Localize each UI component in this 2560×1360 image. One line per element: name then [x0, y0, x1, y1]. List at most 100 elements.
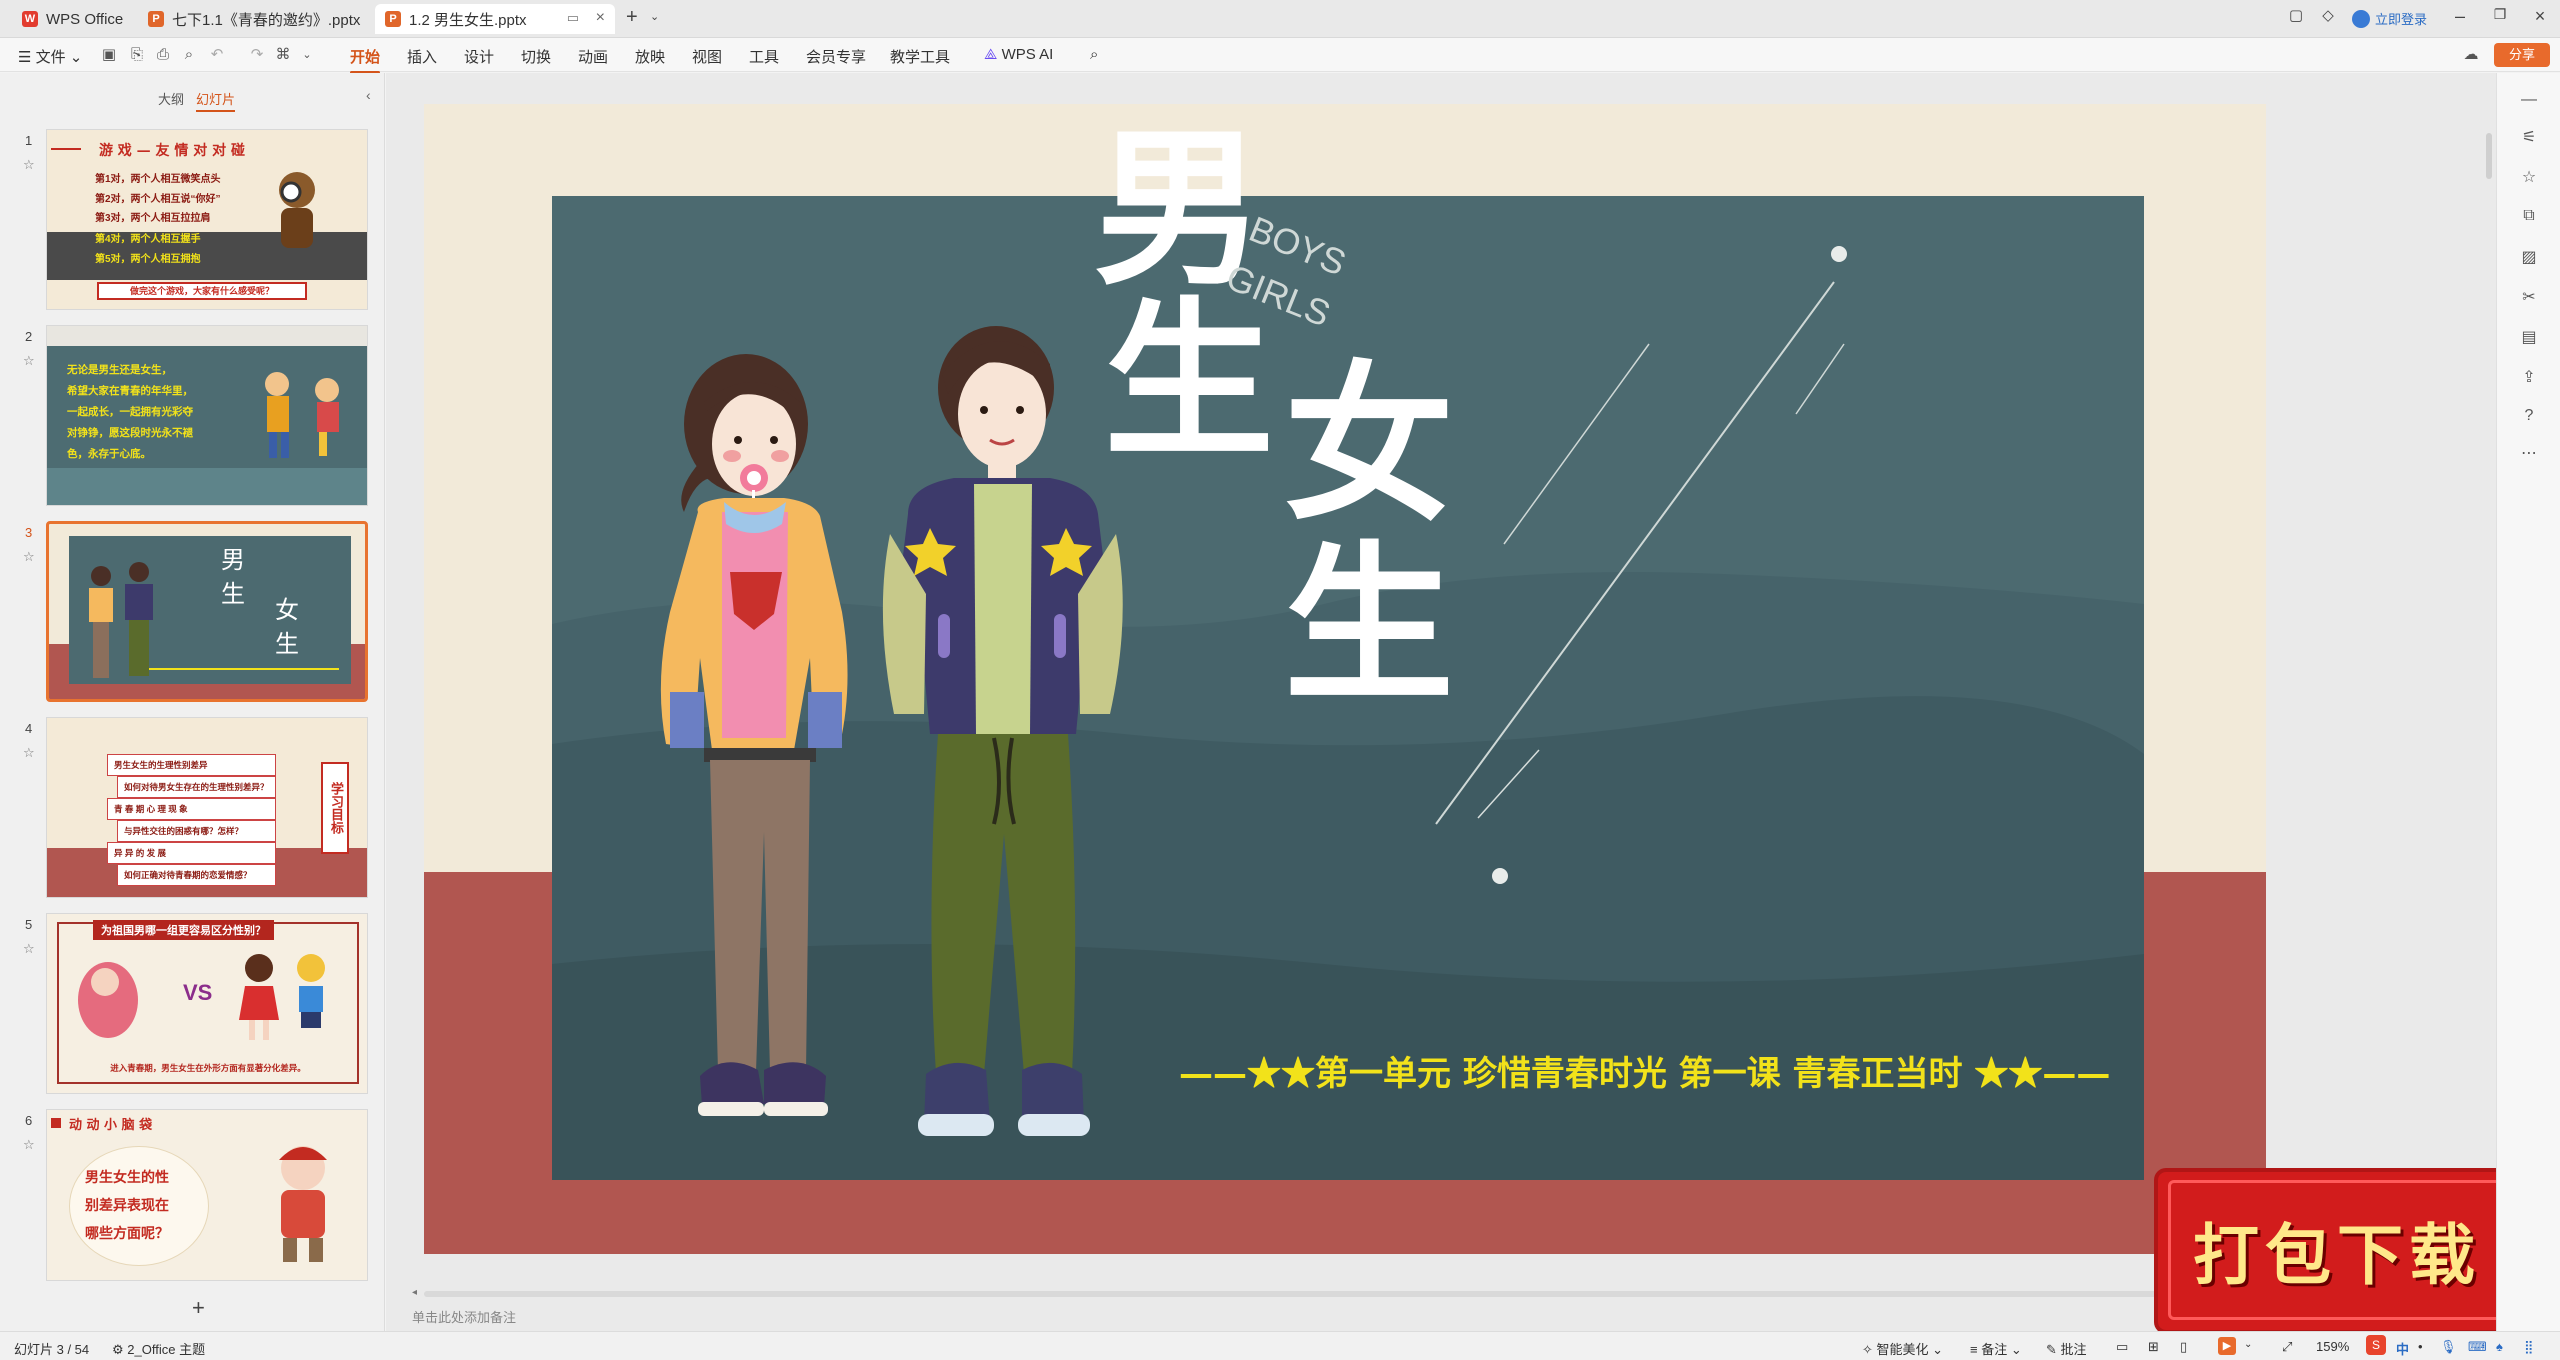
punctuation-icon[interactable]: •	[2418, 1339, 2423, 1354]
menu-insert[interactable]: 插入	[407, 46, 437, 67]
more-icon[interactable]: ⋯	[2519, 443, 2539, 463]
restore-icon[interactable]: ❐	[2486, 6, 2514, 23]
share-button[interactable]: 分享	[2494, 43, 2550, 67]
horizontal-scrollbar[interactable]	[424, 1291, 2254, 1297]
star-icon[interactable]: ☆	[23, 353, 35, 369]
slide-subtitle[interactable]: ——★★第一单元 珍惜青春时光 第一课 青春正当时 ★★——	[1179, 1046, 2110, 1095]
adjust-icon[interactable]: ⚟	[2519, 127, 2539, 147]
print-icon[interactable]: ⎙	[154, 46, 172, 64]
fit-screen-icon[interactable]: ⤢	[2282, 1339, 2292, 1355]
grid-tools-icon[interactable]: ⣿	[2524, 1339, 2534, 1355]
file-menu[interactable]: ☰ 文件 ⌄	[18, 46, 82, 67]
star-icon[interactable]: ☆	[23, 157, 35, 173]
notes-button[interactable]: ≡ 备注 ⌄	[1970, 1339, 2022, 1358]
beautify-button[interactable]: ✧ 智能美化 ⌄	[1862, 1339, 1943, 1358]
reading-view-icon[interactable]: ▯	[2180, 1339, 2187, 1355]
comment-button[interactable]: ✎ 批注	[2046, 1339, 2087, 1358]
collapse-panel-icon[interactable]: ‹	[366, 87, 371, 103]
star-icon[interactable]: ☆	[23, 745, 35, 761]
menu-teaching-tools[interactable]: 教学工具	[890, 46, 950, 67]
share-icon[interactable]: ⇪	[2519, 367, 2539, 387]
close-tab-icon[interactable]: ×	[596, 9, 605, 27]
cloud-sync-icon[interactable]: ☁	[2462, 46, 2480, 64]
star-icon[interactable]: ☆	[23, 549, 35, 565]
login-button[interactable]: 立即登录	[2352, 9, 2427, 28]
tab-wps-office[interactable]: W WPS Office	[12, 4, 138, 34]
reporter-illustration	[247, 1138, 357, 1268]
export-icon[interactable]: ⎘	[128, 46, 146, 64]
menu-tools[interactable]: 工具	[749, 46, 779, 67]
minimize-panel-icon[interactable]: —	[2519, 91, 2539, 111]
monitor-icon[interactable]: ▭	[567, 10, 579, 26]
menu-member[interactable]: 会员专享	[806, 46, 866, 67]
cube-icon[interactable]: ◇	[2314, 6, 2342, 24]
avatar-icon	[2352, 9, 2370, 28]
help-icon[interactable]: ?	[2519, 407, 2539, 427]
menu-transition[interactable]: 切换	[521, 46, 551, 67]
play-icon[interactable]: ▶	[2218, 1337, 2236, 1355]
search-icon[interactable]: ⌕	[1090, 46, 1098, 63]
tab-slides[interactable]: 幻灯片	[196, 89, 236, 112]
new-tab-button[interactable]: +	[626, 6, 638, 29]
star-icon[interactable]: ☆	[23, 1137, 35, 1153]
grid-view-icon[interactable]: ⊞	[2148, 1339, 2159, 1355]
image-icon[interactable]: ▨	[2519, 247, 2539, 267]
goal-item: 异 异 的 发 展	[107, 842, 276, 864]
slide-title-boy-2[interactable]: 生	[1104, 296, 1274, 466]
slide-thumbnail-2[interactable]: 无论是男生还是女生， 希望大家在青春的年华里， 一起成长，一起拥有光彩夺 对铮铮…	[46, 325, 368, 506]
slide-thumbnail-5[interactable]: 为祖国男哪一组更容易区分性别？ VS 进入青春期，男生女生在外形方面有显著分化差…	[46, 913, 368, 1094]
ime-mode[interactable]: 中	[2396, 1339, 2409, 1358]
kids-illustration	[247, 366, 357, 466]
thumb-title: 生	[221, 580, 245, 608]
scroll-left-icon[interactable]: ◂	[412, 1287, 417, 1298]
wps-ai-menu[interactable]: ⟁ WPS AI	[984, 46, 1053, 63]
slide-title-girl-1[interactable]: 女	[1284, 360, 1454, 530]
theme-indicator[interactable]: ⚙ 2_Office 主题	[112, 1339, 205, 1358]
normal-view-icon[interactable]: ▭	[2116, 1339, 2128, 1355]
slide-thumbnail-1[interactable]: 游 戏 — 友 情 对 对 碰 第1对，两个人相互微笑点头 第2对，两个人相互说…	[46, 129, 368, 310]
window-layout-icon[interactable]: ▢	[2282, 6, 2310, 24]
star-icon[interactable]: ☆	[2519, 167, 2539, 187]
keyboard-icon[interactable]: ⌨	[2468, 1339, 2487, 1355]
ime-logo-icon[interactable]: S	[2366, 1335, 2386, 1355]
menu-design[interactable]: 设计	[464, 46, 494, 67]
slide-thumbnail-4[interactable]: 男生女生的生理性别差异 如何对待男女生存在的生理性别差异？ 青 春 期 心 理 …	[46, 717, 368, 898]
undo-icon[interactable]: ↶	[208, 46, 226, 64]
preview-icon[interactable]: ⌕	[180, 46, 198, 64]
tools-icon[interactable]: ✂	[2519, 287, 2539, 307]
play-chevron-icon[interactable]: ⌄	[2244, 1339, 2252, 1350]
copy-icon[interactable]: ⧉	[2519, 207, 2539, 227]
slide-thumbnail-3[interactable]: 男 生 女 生	[46, 521, 368, 702]
format-painter-icon[interactable]: ⌘	[274, 46, 292, 64]
slide-title-girl-2[interactable]: 生	[1284, 540, 1454, 710]
chevron-down-icon[interactable]: ⌄	[650, 10, 659, 23]
slide-thumbnail-6[interactable]: 动 动 小 脑 袋 男生女生的性 别差异表现在 哪些方面呢？	[46, 1109, 368, 1281]
more-chevron-icon[interactable]: ⌄	[298, 46, 316, 64]
minimize-icon[interactable]: –	[2446, 6, 2474, 27]
tab-outline[interactable]: 大纲	[158, 89, 184, 108]
slide-canvas[interactable]: 男 生 女 生 BOYS GIRLS ——★★第一单元 珍惜青春时光 第一课 青…	[424, 104, 2266, 1254]
shirt-icon[interactable]: ♠	[2496, 1339, 2503, 1354]
menu-slideshow[interactable]: 放映	[635, 46, 665, 67]
add-slide-button[interactable]: +	[192, 1295, 205, 1321]
book-icon[interactable]: ▤	[2519, 327, 2539, 347]
tab-document-active[interactable]: P 1.2 男生女生.pptx ▭ ×	[375, 4, 615, 34]
zoom-level[interactable]: 159%	[2316, 1339, 2349, 1354]
file-label: 文件	[35, 49, 66, 66]
right-toolbar: — ⚟ ☆ ⧉ ▨ ✂ ▤ ⇪ ? ⋯	[2496, 73, 2560, 1331]
download-banner[interactable]: 打包下载	[2158, 1172, 2516, 1330]
thumb-header: 为祖国男哪一组更容易区分性别？	[93, 920, 274, 940]
menu-animation[interactable]: 动画	[578, 46, 608, 67]
notes-placeholder[interactable]: 单击此处添加备注	[412, 1307, 516, 1326]
redo-icon[interactable]: ↷	[248, 46, 266, 64]
star-icon[interactable]: ☆	[23, 941, 35, 957]
save-icon[interactable]: ▣	[100, 46, 118, 64]
goal-item: 与异性交往的困惑有哪？怎样？	[117, 820, 276, 842]
close-icon[interactable]: ×	[2526, 6, 2554, 27]
microphone-icon[interactable]: 🎙	[2440, 1339, 2457, 1355]
menu-home[interactable]: 开始	[350, 46, 381, 74]
tab-document-1[interactable]: P 七下1.1《青春的邀约》.pptx	[138, 4, 368, 34]
thumb-line: 色，永存于心底。	[67, 448, 151, 460]
menu-view[interactable]: 视图	[692, 46, 722, 67]
vertical-scrollbar[interactable]	[2486, 133, 2492, 179]
